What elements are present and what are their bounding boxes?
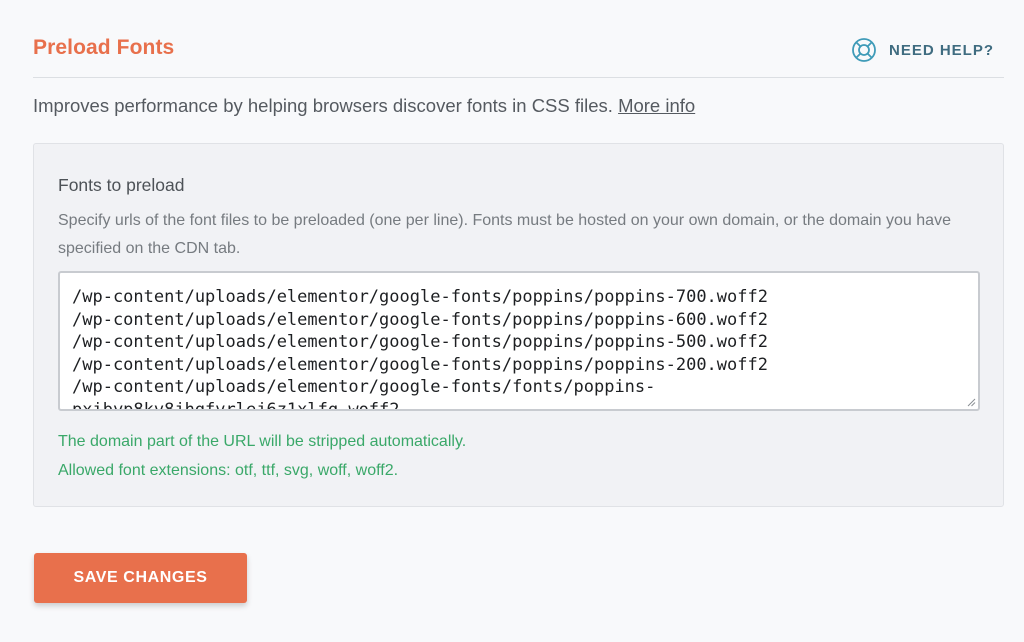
more-info-link[interactable]: More info bbox=[618, 95, 695, 116]
field-notes: The domain part of the URL will be strip… bbox=[58, 428, 466, 485]
resize-handle-icon[interactable] bbox=[966, 397, 976, 407]
description-text: Improves performance by helping browsers… bbox=[33, 95, 613, 116]
settings-page: Preload Fonts NEED HELP? Improves perfor… bbox=[0, 0, 1024, 642]
section-title: Preload Fonts bbox=[33, 36, 175, 59]
section-header: Preload Fonts NEED HELP? bbox=[33, 28, 1004, 78]
fonts-textarea-value: /wp-content/uploads/elementor/google-fon… bbox=[72, 287, 768, 411]
need-help-link[interactable]: NEED HELP? bbox=[851, 37, 994, 63]
lifebuoy-icon bbox=[852, 38, 876, 62]
field-label: Fonts to preload bbox=[58, 175, 185, 195]
field-help-text: Specify urls of the font files to be pre… bbox=[58, 212, 951, 257]
save-changes-button[interactable]: SAVE CHANGES bbox=[34, 553, 247, 603]
note-allowed-extensions: Allowed font extensions: otf, ttf, svg, … bbox=[58, 461, 399, 479]
section-description: Improves performance by helping browsers… bbox=[33, 95, 695, 117]
fonts-to-preload-card: Fonts to preload Specify urls of the fon… bbox=[33, 143, 1004, 507]
fonts-textarea[interactable]: /wp-content/uploads/elementor/google-fon… bbox=[58, 271, 980, 411]
need-help-label: NEED HELP? bbox=[888, 41, 994, 59]
note-domain-stripped: The domain part of the URL will be strip… bbox=[58, 433, 467, 450]
